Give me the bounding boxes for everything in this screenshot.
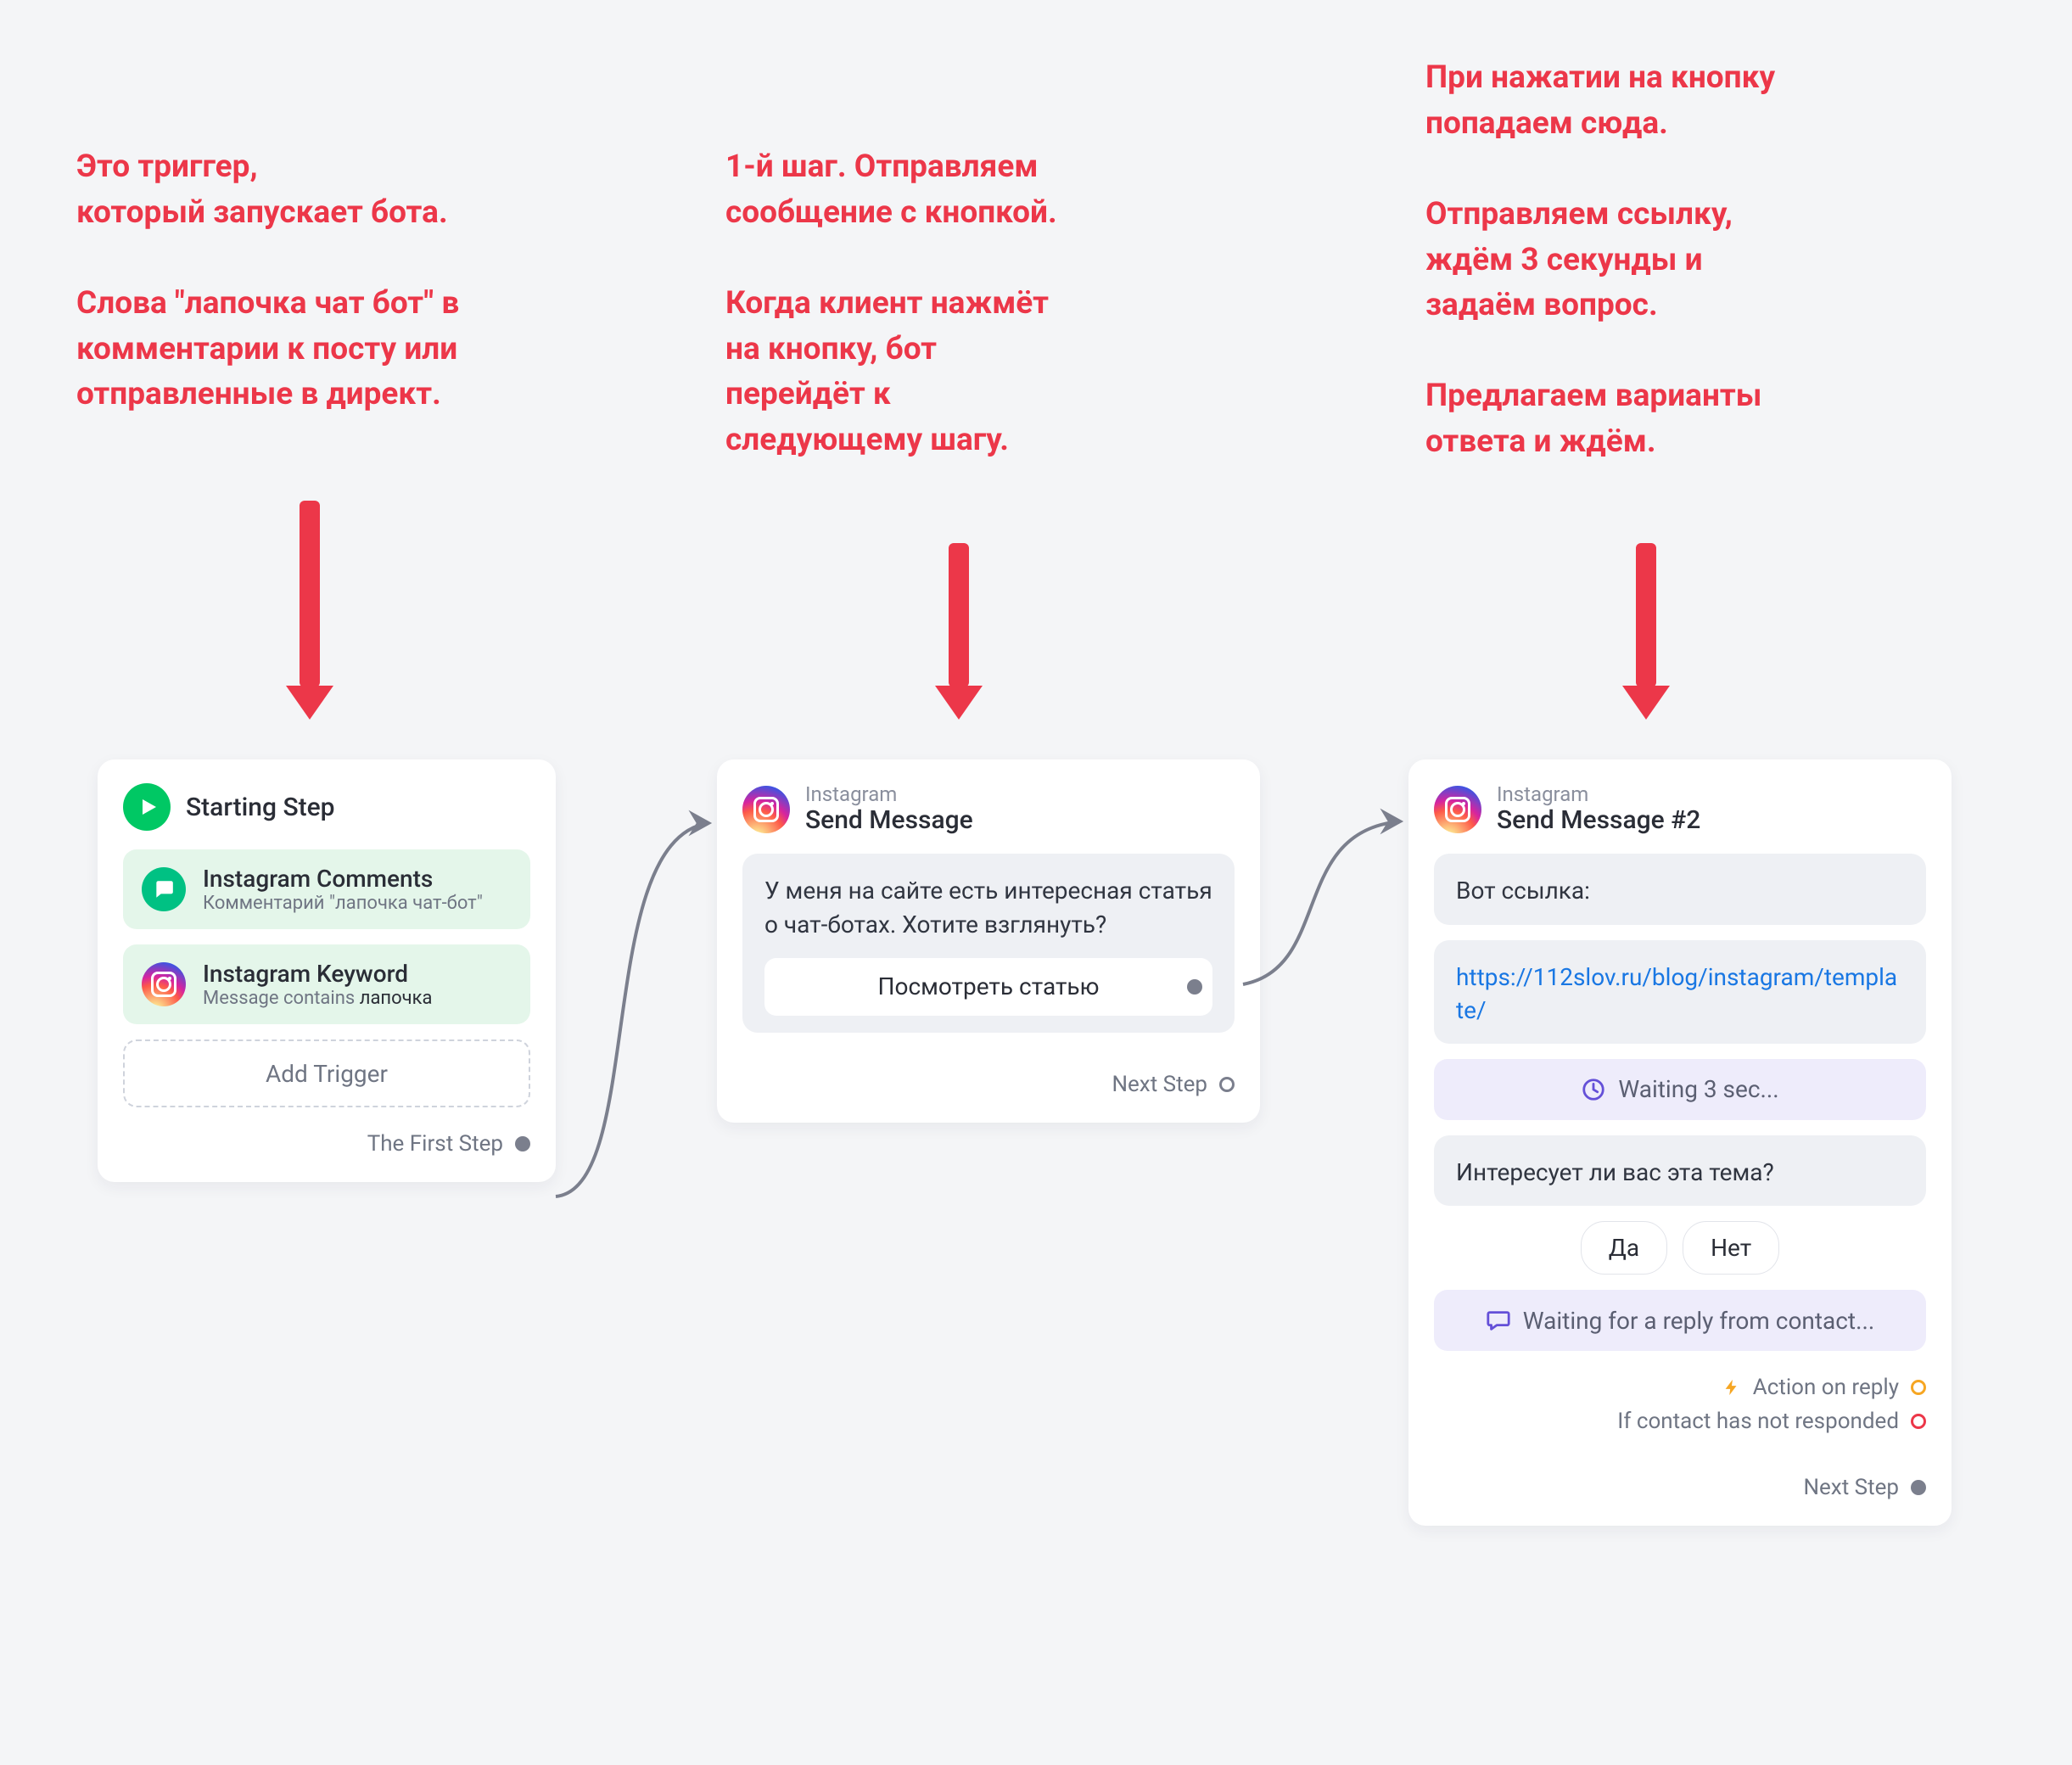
quick-reply-no[interactable]: Нет	[1683, 1221, 1779, 1275]
action-on-reply-row[interactable]: Action on reply	[1434, 1366, 1926, 1400]
connector-dot-icon[interactable]	[515, 1136, 530, 1151]
trigger-title: Instagram Keyword	[203, 960, 432, 988]
card-starting-step[interactable]: Starting Step Instagram Comments Коммент…	[98, 759, 556, 1182]
play-icon	[123, 783, 171, 831]
message-text: Интересует ли вас эта тема?	[1456, 1158, 1774, 1186]
footer-label: The First Step	[367, 1131, 503, 1157]
card-footer: The First Step	[123, 1107, 530, 1157]
comment-icon	[142, 867, 186, 911]
trigger-title: Instagram Comments	[203, 865, 483, 893]
annotation-step2: При нажатии на кнопку попадаем сюда. Отп…	[1425, 55, 1968, 465]
connector-dot-icon[interactable]	[1187, 979, 1202, 995]
card-header: Starting Step	[123, 783, 530, 831]
card-footer: Next Step	[1434, 1434, 1926, 1500]
card-title: Starting Step	[186, 793, 335, 822]
message-bubble[interactable]: Интересует ли вас эта тема?	[1434, 1135, 1926, 1206]
footer-label: Next Step	[1803, 1475, 1899, 1500]
channel-label: Instagram	[1497, 783, 1700, 805]
trigger-instagram-keyword[interactable]: Instagram Keyword Message contains лапоч…	[123, 944, 530, 1024]
card-send-message-2[interactable]: Instagram Send Message #2 Вот ссылка: ht…	[1408, 759, 1952, 1526]
chat-icon	[1486, 1308, 1511, 1333]
quick-reply-yes[interactable]: Да	[1581, 1221, 1667, 1275]
message-button[interactable]: Посмотреть статью	[764, 958, 1212, 1016]
message-text: Вот ссылка:	[1456, 877, 1590, 905]
message-text: У меня на сайте есть интересная статья о…	[764, 874, 1212, 940]
message-bubble[interactable]: У меня на сайте есть интересная статья о…	[742, 854, 1235, 1032]
connector-ring-icon[interactable]	[1911, 1380, 1926, 1395]
not-responded-label: If contact has not responded	[1617, 1409, 1899, 1434]
action-label: Action on reply	[1753, 1375, 1899, 1400]
footer-label: Next Step	[1112, 1072, 1207, 1097]
channel-label: Instagram	[805, 783, 973, 805]
arrow-down-icon	[938, 543, 980, 720]
waiting-delay-row[interactable]: Waiting 3 sec...	[1434, 1059, 1926, 1120]
card-title: Send Message #2	[1497, 805, 1700, 835]
annotation-trigger: Это триггер, который запускает бота. Сло…	[76, 144, 602, 417]
annotation-step1: 1-й шаг. Отправляем сообщение с кнопкой.…	[725, 144, 1201, 462]
instagram-icon	[142, 962, 186, 1006]
add-trigger-button[interactable]: Add Trigger	[123, 1039, 530, 1107]
waiting-reply-row[interactable]: Waiting for a reply from contact...	[1434, 1290, 1926, 1351]
card-header: Instagram Send Message #2	[1434, 783, 1926, 835]
arrow-down-icon	[1625, 543, 1667, 720]
connector-curve	[543, 789, 730, 1230]
trigger-subtitle: Message contains лапочка	[203, 988, 432, 1009]
waiting-reply-label: Waiting for a reply from contact...	[1523, 1307, 1875, 1335]
clock-icon	[1581, 1077, 1606, 1102]
card-send-message[interactable]: Instagram Send Message У меня на сайте е…	[717, 759, 1260, 1123]
trigger-subtitle: Комментарий "лапочка чат-бот"	[203, 893, 483, 914]
card-footer: Next Step	[742, 1048, 1235, 1097]
connector-ring-icon[interactable]	[1219, 1077, 1235, 1092]
card-title: Send Message	[805, 805, 973, 835]
card-header: Instagram Send Message	[742, 783, 1235, 835]
waiting-label: Waiting 3 sec...	[1618, 1075, 1778, 1103]
instagram-icon	[1434, 786, 1481, 833]
trigger-instagram-comments[interactable]: Instagram Comments Комментарий "лапочка …	[123, 849, 530, 929]
message-bubble[interactable]: Вот ссылка:	[1434, 854, 1926, 924]
message-link[interactable]: https://112slov.ru/blog/instagram/templa…	[1456, 963, 1897, 1024]
not-responded-row[interactable]: If contact has not responded	[1434, 1400, 1926, 1434]
message-bubble-link[interactable]: https://112slov.ru/blog/instagram/templa…	[1434, 940, 1926, 1044]
instagram-icon	[742, 786, 790, 833]
connector-dot-icon[interactable]	[1911, 1480, 1926, 1495]
arrow-down-icon	[288, 501, 331, 720]
connector-ring-icon[interactable]	[1911, 1414, 1926, 1429]
bolt-icon	[1722, 1378, 1741, 1397]
quick-replies-row: Да Нет	[1434, 1221, 1926, 1275]
